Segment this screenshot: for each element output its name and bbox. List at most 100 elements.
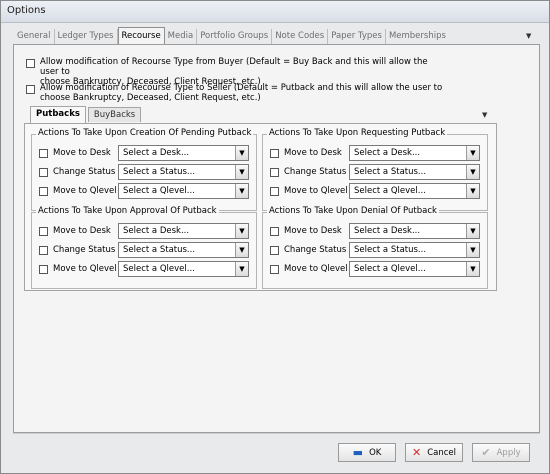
allow-modify-to-seller-label-1: Allow modification of Recourse Type to S…: [40, 83, 443, 93]
status-dropdown[interactable]: Select a Status... ▼: [349, 242, 480, 258]
status-dropdown[interactable]: Select a Status... ▼: [349, 164, 480, 180]
chevron-down-icon[interactable]: ▼: [466, 146, 479, 160]
status-dropdown-value: Select a Status...: [123, 167, 196, 177]
tab-memberships[interactable]: Memberships: [386, 29, 449, 44]
chevron-down-icon[interactable]: ▼: [235, 224, 248, 238]
move-to-qlevel-row[interactable]: Move to Qlevel: [39, 183, 117, 199]
checkmark-icon: ✔: [481, 446, 491, 459]
move-to-desk-checkbox[interactable]: [270, 226, 279, 236]
chevron-down-icon[interactable]: ▼: [235, 146, 248, 160]
chevron-down-icon[interactable]: ▼: [235, 262, 248, 276]
group-title: Actions To Take Upon Approval Of Putback: [36, 206, 219, 216]
allow-modify-to-seller[interactable]: Allow modification of Recourse Type to S…: [26, 83, 446, 103]
move-to-desk-checkbox[interactable]: [39, 226, 48, 236]
move-to-qlevel-row[interactable]: Move to Qlevel: [270, 261, 348, 277]
apply-label: Apply: [496, 447, 521, 458]
tab-overflow-icon[interactable]: ▼: [526, 32, 531, 40]
move-to-qlevel-row[interactable]: Move to Qlevel: [39, 261, 117, 277]
move-to-desk-row[interactable]: Move to Desk: [270, 223, 348, 239]
move-to-desk-checkbox[interactable]: [39, 148, 48, 158]
qlevel-dropdown-value: Select a Qlevel...: [354, 186, 426, 196]
move-to-desk-label: Move to Desk: [284, 226, 342, 236]
chevron-down-icon[interactable]: ▼: [235, 184, 248, 198]
tab-general[interactable]: General: [14, 29, 55, 44]
move-to-desk-label: Move to Desk: [53, 148, 111, 158]
putbacks-panel: Actions To Take Upon Creation Of Pending…: [24, 123, 497, 291]
subtab-putbacks[interactable]: Putbacks: [30, 106, 86, 123]
tab-ledger-types[interactable]: Ledger Types: [55, 29, 118, 44]
desk-dropdown[interactable]: Select a Desk... ▼: [118, 223, 249, 239]
change-status-row[interactable]: Change Status: [39, 242, 117, 258]
title-bar: Options: [1, 1, 549, 23]
footer-divider: [13, 433, 540, 434]
qlevel-dropdown[interactable]: Select a Qlevel... ▼: [118, 261, 249, 277]
tab-paper-types[interactable]: Paper Types: [328, 29, 386, 44]
change-status-row[interactable]: Change Status: [270, 164, 348, 180]
cancel-label: Cancel: [427, 447, 456, 458]
cancel-button[interactable]: ✕ Cancel: [405, 443, 463, 462]
status-dropdown[interactable]: Select a Status... ▼: [118, 242, 249, 258]
options-tabstrip: General Ledger Types Recourse Media Port…: [14, 27, 449, 44]
save-icon: ▬: [352, 446, 364, 459]
move-to-qlevel-checkbox[interactable]: [39, 264, 48, 274]
desk-dropdown[interactable]: Select a Desk... ▼: [118, 145, 249, 161]
tab-media[interactable]: Media: [165, 29, 198, 44]
move-to-desk-label: Move to Desk: [53, 226, 111, 236]
allow-modify-from-buyer-checkbox[interactable]: [26, 59, 35, 68]
chevron-down-icon[interactable]: ▼: [466, 262, 479, 276]
status-dropdown-value: Select a Status...: [354, 167, 427, 177]
chevron-down-icon[interactable]: ▼: [466, 224, 479, 238]
tab-note-codes[interactable]: Note Codes: [272, 29, 329, 44]
subtab-buybacks[interactable]: BuyBacks: [87, 107, 142, 122]
qlevel-dropdown-value: Select a Qlevel...: [123, 186, 195, 196]
group-approval-putback: Actions To Take Upon Approval Of Putback…: [31, 206, 257, 289]
group-title: Actions To Take Upon Creation Of Pending…: [36, 128, 254, 138]
chevron-down-icon[interactable]: ▼: [466, 165, 479, 179]
allow-modify-from-buyer-label-1: Allow modification of Recourse Type from…: [40, 57, 428, 77]
move-to-desk-checkbox[interactable]: [270, 148, 279, 158]
change-status-checkbox[interactable]: [39, 245, 48, 255]
group-creation-pending-putback: Actions To Take Upon Creation Of Pending…: [31, 128, 257, 211]
qlevel-dropdown[interactable]: Select a Qlevel... ▼: [349, 261, 480, 277]
ok-label: OK: [369, 447, 382, 458]
change-status-checkbox[interactable]: [39, 167, 48, 177]
chevron-down-icon[interactable]: ▼: [466, 243, 479, 257]
allow-modify-to-seller-checkbox[interactable]: [26, 85, 35, 94]
move-to-qlevel-label: Move to Qlevel: [53, 264, 117, 274]
move-to-qlevel-checkbox[interactable]: [39, 186, 48, 196]
apply-button[interactable]: ✔ Apply: [472, 443, 530, 462]
status-dropdown[interactable]: Select a Status... ▼: [118, 164, 249, 180]
status-dropdown-value: Select a Status...: [354, 245, 427, 255]
desk-dropdown[interactable]: Select a Desk... ▼: [349, 223, 480, 239]
qlevel-dropdown-value: Select a Qlevel...: [354, 264, 426, 274]
subtab-overflow-icon[interactable]: ▼: [482, 111, 487, 119]
move-to-qlevel-checkbox[interactable]: [270, 186, 279, 196]
change-status-label: Change Status: [53, 245, 116, 255]
cancel-x-icon: ✕: [411, 446, 422, 459]
move-to-qlevel-row[interactable]: Move to Qlevel: [270, 183, 348, 199]
allow-modify-to-seller-label-2: choose Bankruptcy, Deceased, Client Requ…: [40, 93, 261, 103]
move-to-desk-label: Move to Desk: [284, 148, 342, 158]
group-title: Actions To Take Upon Denial Of Putback: [267, 206, 439, 216]
move-to-qlevel-checkbox[interactable]: [270, 264, 279, 274]
desk-dropdown[interactable]: Select a Desk... ▼: [349, 145, 480, 161]
chevron-down-icon[interactable]: ▼: [235, 243, 248, 257]
move-to-desk-row[interactable]: Move to Desk: [39, 145, 117, 161]
chevron-down-icon[interactable]: ▼: [235, 165, 248, 179]
chevron-down-icon[interactable]: ▼: [466, 184, 479, 198]
move-to-desk-row[interactable]: Move to Desk: [39, 223, 117, 239]
group-denial-putback: Actions To Take Upon Denial Of Putback M…: [262, 206, 488, 289]
desk-dropdown-value: Select a Desk...: [123, 226, 190, 236]
qlevel-dropdown[interactable]: Select a Qlevel... ▼: [118, 183, 249, 199]
change-status-row[interactable]: Change Status: [270, 242, 348, 258]
ok-button[interactable]: ▬ OK: [338, 443, 396, 462]
change-status-row[interactable]: Change Status: [39, 164, 117, 180]
tab-recourse[interactable]: Recourse: [117, 27, 165, 44]
qlevel-dropdown[interactable]: Select a Qlevel... ▼: [349, 183, 480, 199]
change-status-checkbox[interactable]: [270, 245, 279, 255]
desk-dropdown-value: Select a Desk...: [354, 226, 421, 236]
move-to-desk-row[interactable]: Move to Desk: [270, 145, 348, 161]
change-status-label: Change Status: [53, 167, 116, 177]
change-status-checkbox[interactable]: [270, 167, 279, 177]
tab-portfolio-groups[interactable]: Portfolio Groups: [197, 29, 273, 44]
